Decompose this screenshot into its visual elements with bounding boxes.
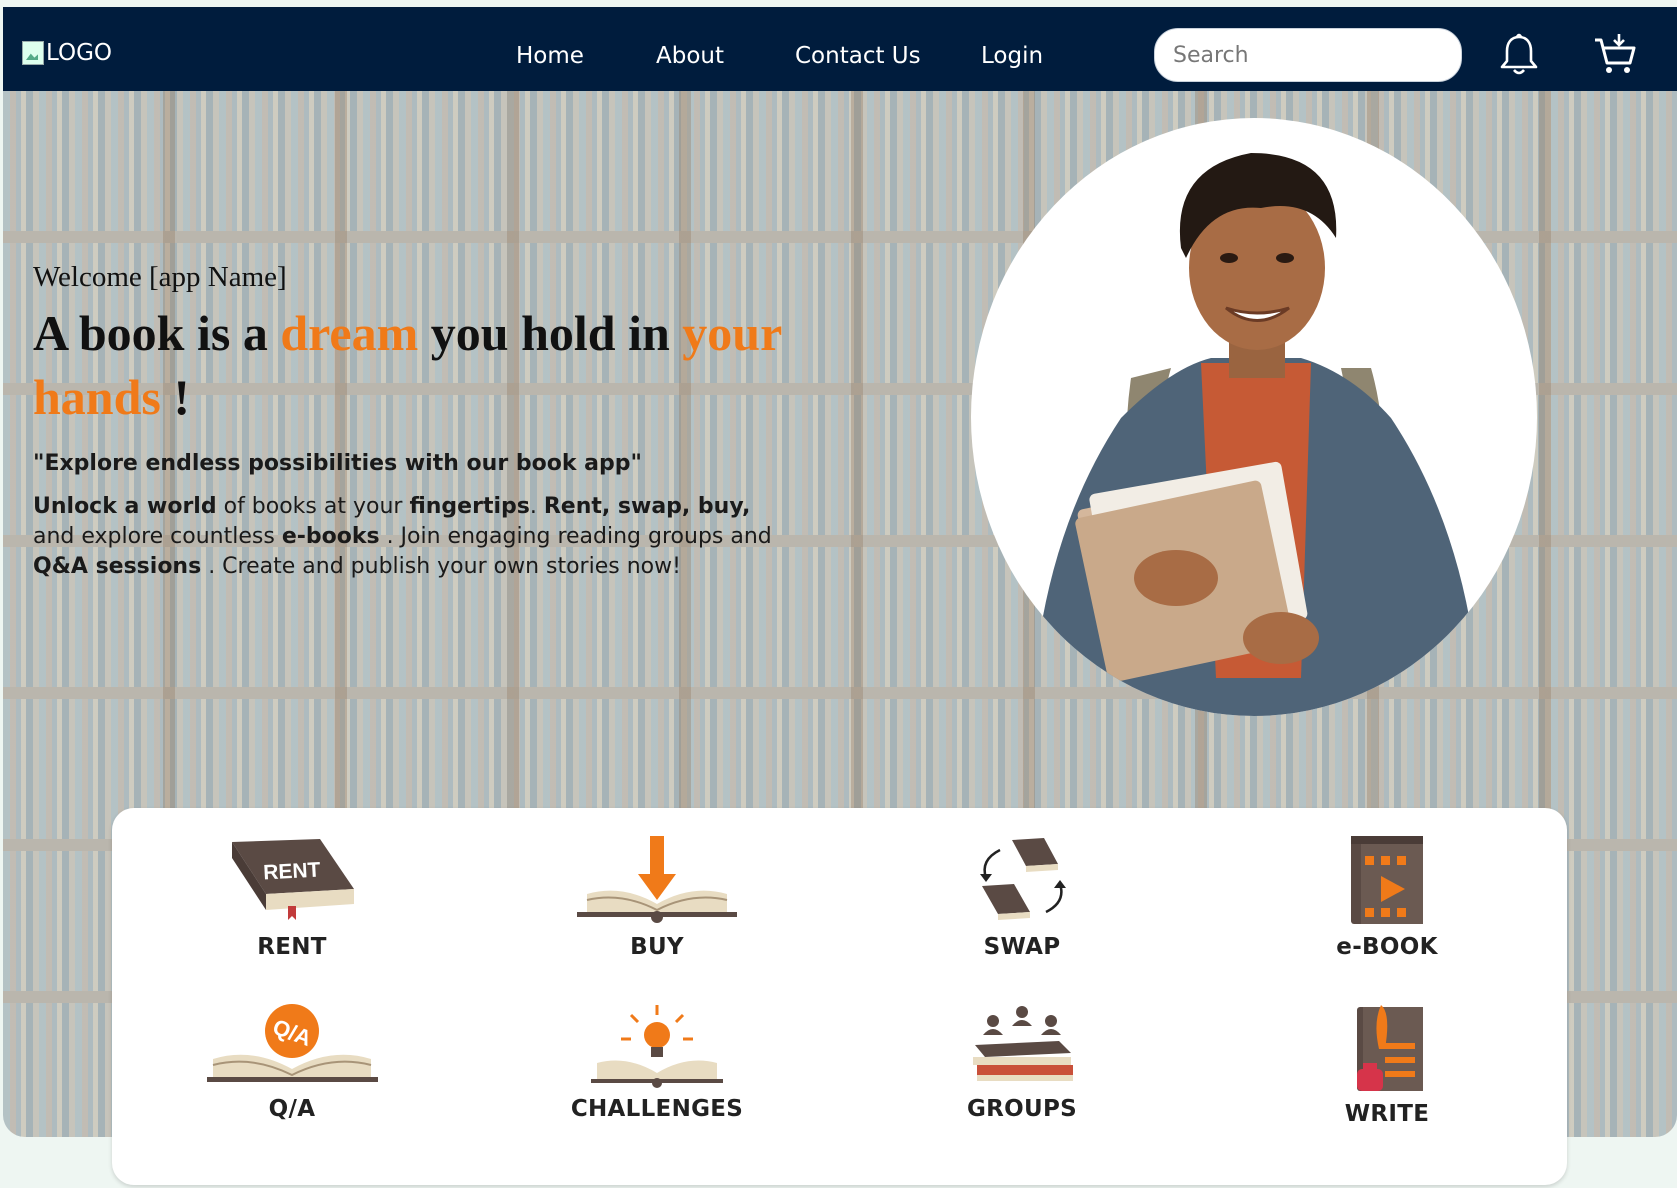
feature-groups-label: GROUPS [966,1096,1078,1122]
nav-about-link[interactable]: About [656,43,724,69]
desc-bold-1: Unlock a world [33,494,217,519]
hero-headline: A book is a dream you hold in your hands… [33,301,793,429]
desc-text-6: and explore countless [33,524,282,549]
feature-buy[interactable]: BUY [507,834,807,960]
qa-book-icon: Q/A [206,1004,378,1082]
buy-book-icon [577,836,737,923]
feature-write-label: WRITE [1344,1101,1430,1127]
cart-icon[interactable] [1592,32,1638,78]
hero-description: Unlock a world of books at your fingerti… [33,492,793,582]
feature-challenges[interactable]: CHALLENGES [507,1003,807,1122]
feature-rent-label: RENT [257,934,327,960]
rent-icon-text: RENT [263,859,321,885]
write-book-icon [1357,1005,1423,1091]
feature-swap-label: SWAP [983,934,1061,960]
feature-ebook[interactable]: e-BOOK [1237,834,1537,960]
ebook-icon [1351,836,1423,924]
headline-part-2: you hold in [418,305,683,361]
broken-image-icon [22,41,44,65]
feature-qa[interactable]: Q/A Q/A [142,1003,442,1122]
feature-ebook-label: e-BOOK [1336,934,1438,960]
nav-contact-link[interactable]: Contact Us [795,43,921,69]
search-input[interactable] [1154,28,1462,82]
feature-qa-label: Q/A [268,1096,316,1122]
desc-bold-7: e-books [281,524,380,549]
feature-swap[interactable]: SWAP [872,834,1172,960]
bell-icon[interactable] [1496,32,1542,78]
feature-rent[interactable]: RENT RENT [142,834,442,960]
page: LOGO Home About Contact Us Login Welcome… [0,0,1677,1188]
navbar: LOGO Home About Contact Us Login [3,7,1677,91]
logo[interactable]: LOGO [22,40,112,66]
welcome-text: Welcome [app Name] [33,261,287,293]
desc-bold-9: Q&A sessions [33,554,202,579]
groups-icon [973,1006,1073,1081]
feature-write[interactable]: WRITE [1237,1003,1537,1127]
desc-text-8: . Join engaging reading groups and [379,524,772,549]
feature-buy-label: BUY [630,934,684,960]
desc-text-10: . Create and publish your own stories no… [201,554,681,579]
desc-bold-5: Rent, swap, buy, [543,494,751,519]
challenges-bulb-icon [591,1005,723,1088]
headline-part-3: ! [160,369,191,425]
desc-text-4: . [529,494,544,519]
swap-books-icon [980,838,1066,920]
student-illustration [1031,153,1481,716]
hero-quote: "Explore endless possibilities with our … [33,451,642,476]
logo-alt-text: LOGO [46,40,113,66]
rent-book-icon: RENT [232,839,354,920]
nav-login-link[interactable]: Login [981,43,1043,69]
features-card: RENT RENT BUY SWAP e-BOOK Q/A Q/A CHALLE… [112,808,1567,1185]
feature-groups[interactable]: GROUPS [872,1003,1172,1122]
desc-text-2: of books at your [216,494,410,519]
hero-portrait-image [971,118,1537,716]
nav-home-link[interactable]: Home [516,43,584,69]
feature-challenges-label: CHALLENGES [570,1096,744,1122]
headline-highlight-dream: dream [280,305,419,361]
desc-bold-3: fingertips [409,494,530,519]
headline-part-1: A book is a [33,305,281,361]
